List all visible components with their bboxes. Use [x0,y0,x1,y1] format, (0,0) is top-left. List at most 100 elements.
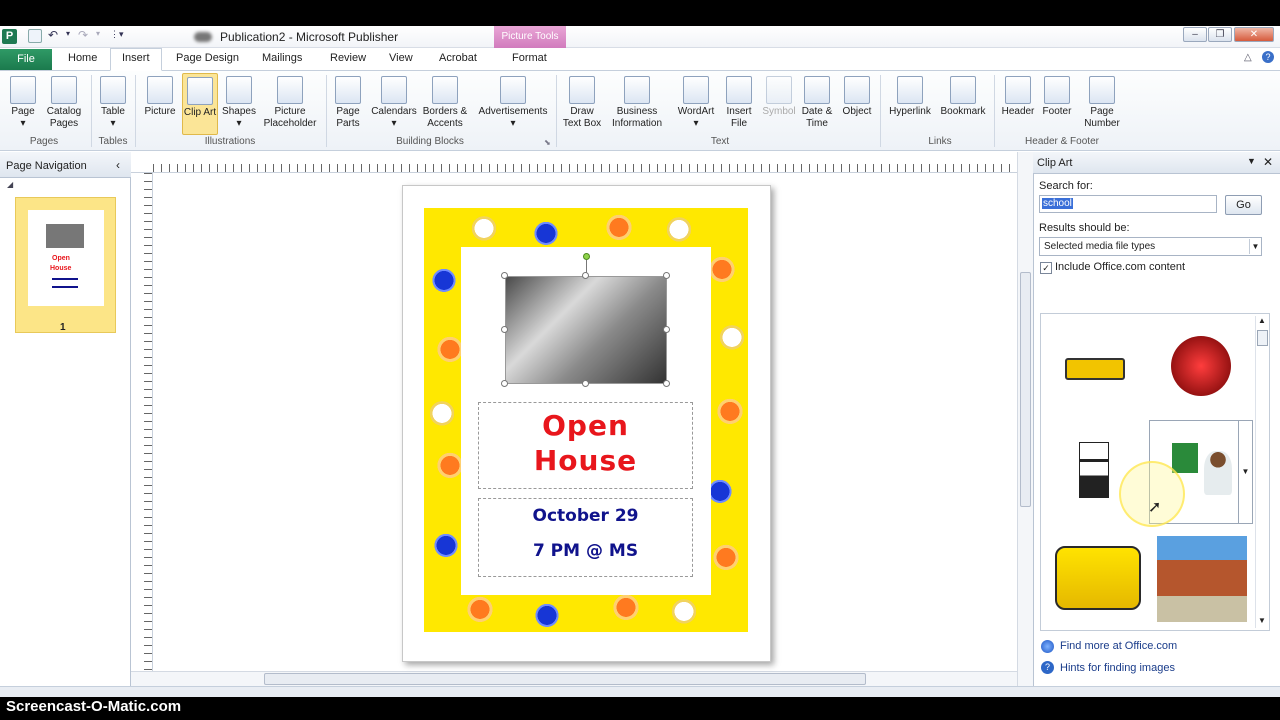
help-icon[interactable]: ? [1262,51,1274,63]
vertical-ruler[interactable] [131,173,153,686]
date-time-button[interactable]: Date & Time [798,76,836,130]
tab-acrobat[interactable]: Acrobat [439,52,477,64]
table-button[interactable]: Table ▾ [97,76,129,130]
tab-mailings[interactable]: Mailings [262,52,302,64]
thumbnail-text-line [52,278,78,280]
horizontal-scrollbar[interactable] [131,671,1017,686]
footer-button[interactable]: Footer [1038,76,1076,118]
mouse-pointer-icon: ➚ [1148,499,1162,516]
book-figure-clip[interactable] [1079,442,1109,498]
tab-view[interactable]: View [389,52,413,64]
scroll-thumb[interactable] [1257,330,1268,346]
insert-file-button[interactable]: Insert File [720,76,758,130]
clip-art-icon [187,77,213,105]
horizontal-ruler[interactable] [131,152,1017,173]
ruler-ticks [144,173,152,683]
hints-link[interactable]: Hints for finding images [1060,662,1175,674]
header-button[interactable]: Header [998,76,1038,118]
expand-arrow-icon[interactable]: ◢ [7,180,13,189]
clip-art-button[interactable]: Clip Art [182,73,218,135]
results-scrollbar[interactable]: ▲ ▼ [1255,316,1269,628]
group-label-text: Text [710,136,730,147]
page-parts-button[interactable]: Page Parts [330,76,366,130]
resize-handle[interactable] [663,380,670,387]
rotation-handle[interactable] [583,253,590,260]
date-text-box[interactable]: October 29 7 PM @ MS [478,498,693,577]
bookmark-button[interactable]: Bookmark [936,76,990,118]
dropdown-arrow-icon: ▾ [110,118,116,129]
dialog-launcher-icon[interactable]: ⬊ [544,138,551,147]
tab-review[interactable]: Review [330,52,366,64]
shapes-button[interactable]: Shapes ▾ [220,76,258,130]
picture-tools-context-tab: Picture Tools [494,26,566,48]
restore-button[interactable]: ❐ [1208,27,1232,42]
redo-icon[interactable]: ↷ [78,28,88,42]
page-number-button[interactable]: Page Number [1076,76,1128,130]
picture-button[interactable]: Picture [142,76,178,118]
include-office-checkbox[interactable]: ✓ [1040,262,1052,274]
tab-file[interactable]: File [0,49,52,70]
page-navigation-header: Page Navigation ‹ [0,152,131,178]
page-button[interactable]: Page ▾ [8,76,38,130]
cartoon-bus-clip[interactable] [1055,546,1141,610]
symbol-button[interactable]: Symbol [760,76,798,118]
close-button[interactable]: ✕ [1234,27,1274,42]
clip-art-search-input[interactable]: school [1039,195,1217,213]
pane-options-icon[interactable]: ▼ [1247,156,1256,166]
heading-text-box[interactable]: Open House [478,402,693,489]
group-separator [326,75,327,147]
school-building-clip[interactable] [1157,536,1247,622]
tab-insert[interactable]: Insert [122,52,150,64]
handprint-white [670,596,698,624]
resize-handle[interactable] [582,380,589,387]
scroll-down-icon[interactable]: ▼ [1258,616,1266,625]
resize-handle[interactable] [501,272,508,279]
advertisements-button[interactable]: Advertisements ▾ [474,76,552,130]
resize-handle[interactable] [501,380,508,387]
resize-handle[interactable] [582,272,589,279]
tab-format[interactable]: Format [512,52,547,64]
draw-text-box-button[interactable]: Draw Text Box [560,76,604,130]
scroll-up-icon[interactable]: ▲ [1258,316,1266,325]
minimize-button[interactable]: – [1183,27,1207,42]
group-label-header-footer: Header & Footer [1025,136,1099,147]
thumbnail-photo [46,224,84,248]
handprint-white [470,213,498,241]
chevron-down-icon[interactable]: ▼ [1249,239,1261,254]
advertisements-icon [500,76,526,104]
publisher-app-icon[interactable]: P [2,29,17,44]
go-button[interactable]: Go [1225,195,1262,215]
minimize-ribbon-icon[interactable]: △ [1244,52,1252,63]
resize-handle[interactable] [663,326,670,333]
picture-placeholder-button[interactable]: Picture Placeholder [260,76,320,130]
redo-dropdown-icon[interactable]: ▾ [96,29,100,38]
undo-dropdown-icon[interactable]: ▾ [66,29,70,38]
hyperlink-button[interactable]: Hyperlink [884,76,936,118]
collapse-pane-icon[interactable]: ‹ [116,158,120,172]
resize-handle[interactable] [501,326,508,333]
group-label-pages: Pages [29,136,59,147]
media-type-select[interactable]: Selected media file types ▼ [1039,237,1262,256]
school-bus-clip[interactable] [1065,358,1125,380]
scroll-thumb[interactable] [1020,272,1031,507]
wordart-button[interactable]: WordArt ▾ [674,76,718,130]
vertical-scrollbar[interactable] [1017,152,1033,686]
catalog-pages-button[interactable]: Catalog Pages [42,76,86,130]
find-more-link[interactable]: Find more at Office.com [1060,640,1177,652]
scroll-thumb[interactable] [264,673,866,685]
family-photo[interactable] [505,276,667,384]
object-button[interactable]: Object [838,76,876,118]
clip-options-dropdown-icon[interactable]: ▼ [1238,421,1252,523]
customize-qat-icon[interactable]: ⋮▾ [110,29,124,40]
undo-icon[interactable]: ↶ [48,28,58,42]
save-icon[interactable] [28,29,42,43]
borders-accents-button[interactable]: Borders & Accents [420,76,470,130]
tab-page-design[interactable]: Page Design [176,52,239,64]
page-thumbnail[interactable]: Open House 1 [15,197,116,333]
resize-handle[interactable] [663,272,670,279]
calendars-button[interactable]: Calendars ▾ [368,76,420,130]
business-information-button[interactable]: Business Information [604,76,670,130]
tab-home[interactable]: Home [68,52,97,64]
red-apple-clip[interactable] [1171,336,1231,396]
close-pane-icon[interactable]: ✕ [1263,155,1273,169]
